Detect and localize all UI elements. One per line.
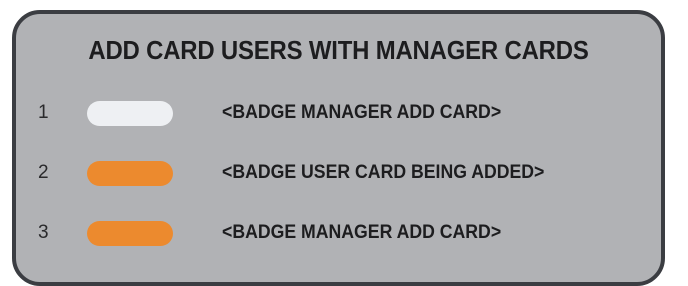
step-label: <BADGE MANAGER ADD CARD>: [222, 222, 502, 243]
white-badge-card-icon: [87, 101, 173, 126]
step-row-3: 3 <BADGE MANAGER ADD CARD>: [16, 216, 661, 250]
instruction-panel: ADD CARD USERS WITH MANAGER CARDS 1 <BAD…: [12, 10, 665, 286]
step-label: <BADGE USER CARD BEING ADDED>: [222, 162, 545, 183]
orange-badge-card-icon: [87, 221, 173, 246]
panel-title: ADD CARD USERS WITH MANAGER CARDS: [88, 35, 589, 65]
step-number: 2: [38, 162, 49, 183]
step-number: 1: [38, 102, 49, 123]
step-number: 3: [38, 222, 49, 243]
orange-badge-card-icon: [87, 161, 173, 186]
step-row-2: 2 <BADGE USER CARD BEING ADDED>: [16, 156, 661, 190]
step-row-1: 1 <BADGE MANAGER ADD CARD>: [16, 96, 661, 130]
step-label: <BADGE MANAGER ADD CARD>: [222, 102, 502, 123]
